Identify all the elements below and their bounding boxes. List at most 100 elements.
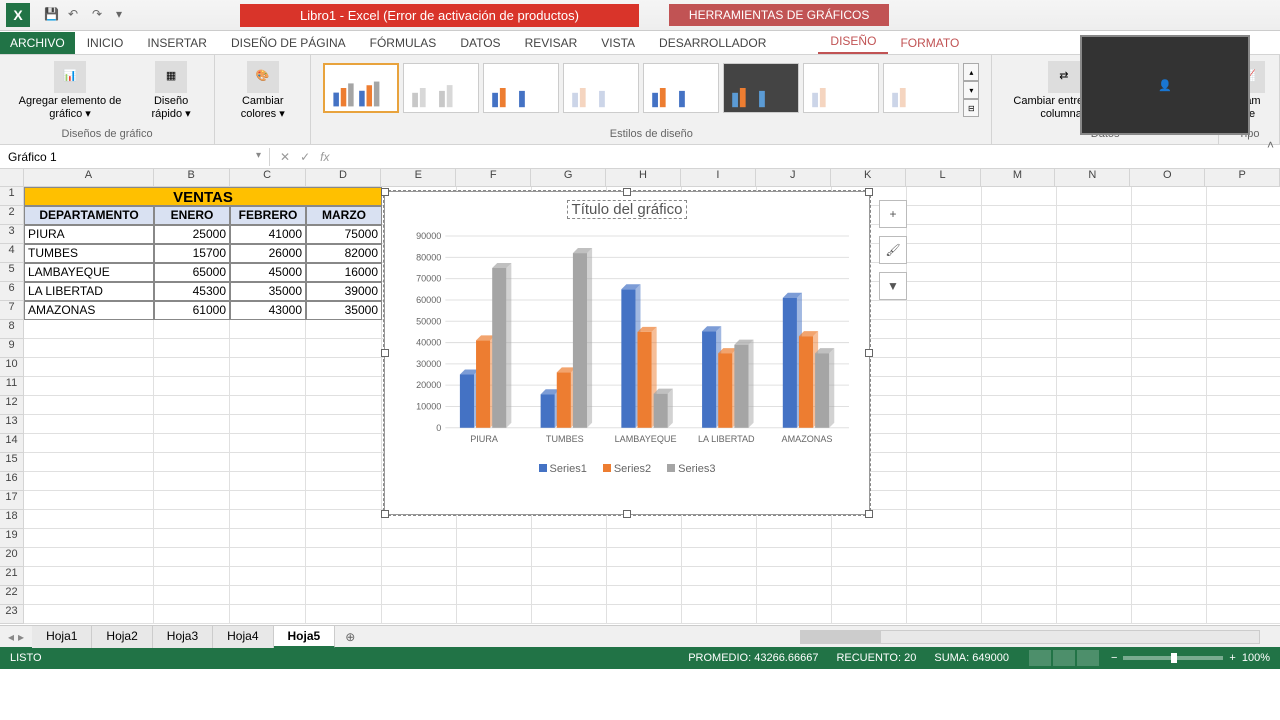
cell[interactable] [306,605,382,624]
row-header-7[interactable]: 7 [0,301,24,320]
cell[interactable] [1132,206,1207,225]
cell[interactable]: 45300 [154,282,230,301]
row-header-4[interactable]: 4 [0,244,24,263]
cell[interactable] [154,548,230,567]
cell[interactable] [832,605,907,624]
cell[interactable] [907,358,982,377]
cell[interactable] [982,415,1057,434]
cell[interactable] [1132,339,1207,358]
cell[interactable]: 65000 [154,263,230,282]
cell[interactable]: ENERO [154,206,230,225]
cell[interactable] [457,548,532,567]
col-header-C[interactable]: C [230,169,306,187]
cell[interactable]: 35000 [306,301,382,320]
cell[interactable] [1207,301,1280,320]
cell[interactable] [154,605,230,624]
cell[interactable] [682,548,757,567]
cell[interactable] [907,206,982,225]
chart-title-text[interactable]: Título del gráfico [567,200,688,219]
cell[interactable] [1207,491,1280,510]
cell[interactable] [457,586,532,605]
cell[interactable] [982,244,1057,263]
cell[interactable] [1057,358,1132,377]
cell[interactable] [154,472,230,491]
cell[interactable] [907,339,982,358]
row-header-17[interactable]: 17 [0,491,24,510]
chart-style-6[interactable] [723,63,799,113]
cell[interactable]: 25000 [154,225,230,244]
tab-vista[interactable]: VISTA [589,32,647,54]
cell[interactable] [306,586,382,605]
cell[interactable] [24,605,154,624]
cell[interactable] [24,358,154,377]
chart-title[interactable]: Título del gráfico [385,192,869,227]
cell[interactable] [982,453,1057,472]
cell[interactable] [532,548,607,567]
customize-qat-icon[interactable]: ▾ [116,7,132,23]
row-header-22[interactable]: 22 [0,586,24,605]
cell[interactable] [230,415,306,434]
tab-datos[interactable]: DATOS [448,32,512,54]
cell[interactable] [1132,377,1207,396]
cell[interactable] [1207,586,1280,605]
cell[interactable] [154,510,230,529]
cell[interactable] [1207,377,1280,396]
cell[interactable] [230,396,306,415]
cell[interactable] [24,529,154,548]
cell[interactable] [230,472,306,491]
cell[interactable] [1057,472,1132,491]
cell[interactable] [306,510,382,529]
chart-legend[interactable]: Series1Series2Series3 [385,457,869,481]
cell[interactable] [24,491,154,510]
chart-style-3[interactable] [483,63,559,113]
cell[interactable] [832,548,907,567]
cell[interactable] [230,510,306,529]
cell[interactable] [1057,586,1132,605]
cell[interactable] [230,320,306,339]
chart-style-7[interactable] [803,63,879,113]
cell[interactable] [382,586,457,605]
cell[interactable] [907,472,982,491]
cell[interactable] [24,339,154,358]
cell[interactable]: LA LIBERTAD [24,282,154,301]
cell[interactable] [1057,301,1132,320]
add-chart-element-button[interactable]: 📊 Agregar elemento de gráfico ▾ [8,59,132,123]
cell[interactable] [24,434,154,453]
cell[interactable] [757,586,832,605]
sheet-nav-next[interactable]: ▸ [18,630,24,644]
cell[interactable] [1207,206,1280,225]
cell[interactable] [1132,586,1207,605]
cell[interactable] [230,339,306,358]
cell[interactable] [1207,358,1280,377]
cell[interactable] [1132,244,1207,263]
col-header-O[interactable]: O [1130,169,1205,187]
cell[interactable] [154,339,230,358]
accept-formula-icon[interactable]: ✓ [300,150,310,164]
cell[interactable] [382,605,457,624]
cell[interactable] [982,282,1057,301]
cell[interactable] [1132,282,1207,301]
style-scroll-up[interactable]: ▴ [963,63,979,81]
cell[interactable] [907,415,982,434]
cell[interactable]: 35000 [230,282,306,301]
cell[interactable] [154,586,230,605]
cell[interactable] [1132,567,1207,586]
chart-elements-button[interactable]: + [879,200,907,228]
row-header-5[interactable]: 5 [0,263,24,282]
cell[interactable] [757,548,832,567]
cell[interactable] [1057,282,1132,301]
cell[interactable] [1207,320,1280,339]
cell[interactable] [1207,472,1280,491]
cell[interactable] [982,548,1057,567]
cell[interactable] [1207,263,1280,282]
cell[interactable] [832,529,907,548]
col-header-K[interactable]: K [831,169,906,187]
row-header-12[interactable]: 12 [0,396,24,415]
cell[interactable]: MARZO [306,206,382,225]
cell[interactable] [230,529,306,548]
cell[interactable] [982,301,1057,320]
style-scroll-down[interactable]: ▾ [963,81,979,99]
cell[interactable] [230,548,306,567]
col-header-H[interactable]: H [606,169,681,187]
cell[interactable] [154,434,230,453]
